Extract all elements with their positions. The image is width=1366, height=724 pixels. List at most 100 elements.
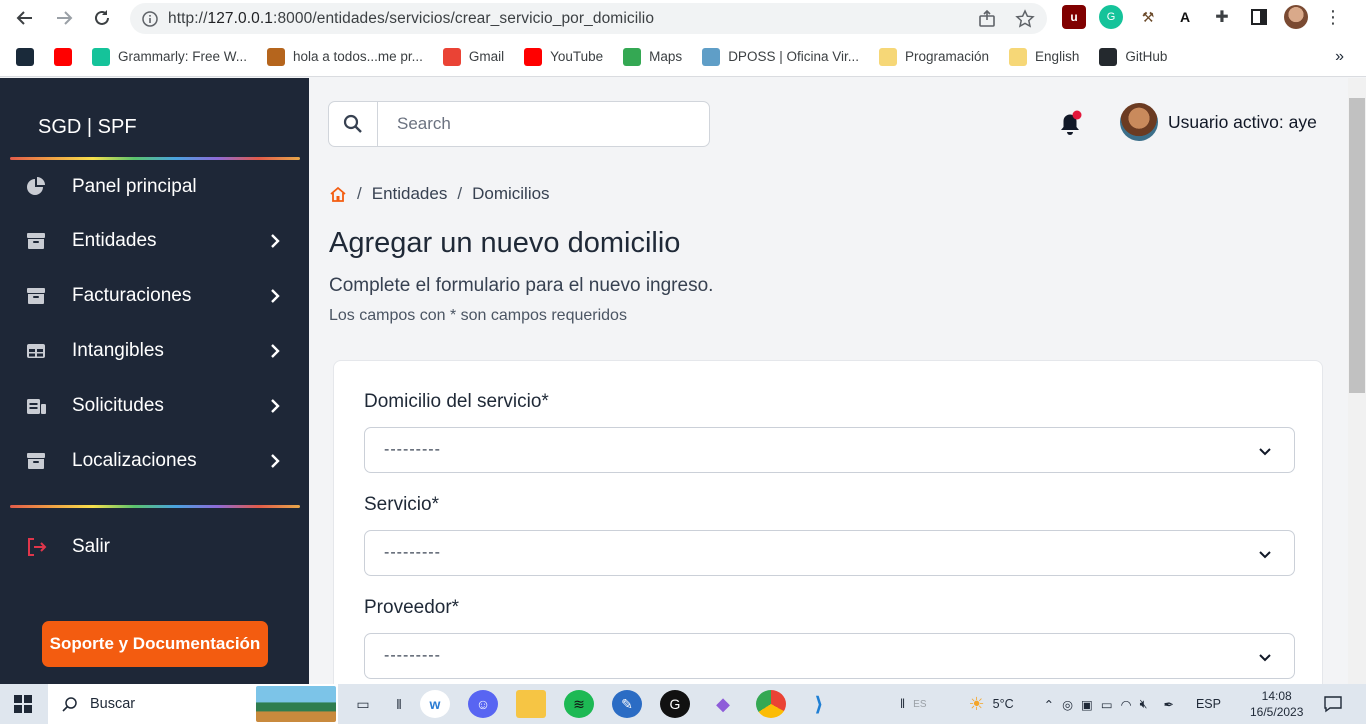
gmail-icon (442, 47, 461, 66)
ublock-icon[interactable]: u (1062, 5, 1086, 29)
sidebar-item-intangibles[interactable]: Intangibles (24, 331, 284, 371)
field-label-domicilio: Domicilio del servicio* (364, 391, 549, 412)
weather-icon[interactable]: ☀ (969, 694, 985, 715)
volume-muted-icon[interactable]: 🔇︎ (1140, 697, 1148, 712)
clock-date: 16/5/2023 (1250, 705, 1304, 719)
scrollbar-thumb[interactable] (1349, 98, 1365, 393)
character-icon (267, 47, 286, 66)
wifi-icon[interactable]: ◠ (1121, 697, 1132, 712)
bookmark-item[interactable] (16, 47, 42, 66)
search-icon (62, 697, 77, 712)
select-servicio[interactable]: --------- (364, 530, 1295, 576)
maps-pin-icon (623, 47, 642, 66)
bookmark-item[interactable]: Grammarly: Free W... (92, 47, 248, 66)
puzzle-icon[interactable]: ✚ (1210, 5, 1234, 29)
chevron-right-icon (271, 344, 280, 358)
bookmark-l-icon (16, 47, 34, 66)
archive-box-icon (24, 284, 48, 308)
bookmark-item[interactable]: YouTube (524, 47, 603, 66)
home-link[interactable] (329, 185, 347, 203)
select-value: --------- (384, 441, 441, 458)
id-card-icon (24, 394, 48, 418)
landscape-image-icon (256, 686, 336, 722)
sidebar-item-label: Solicitudes (72, 395, 164, 416)
back-button[interactable] (11, 4, 39, 32)
draw-app-icon[interactable]: ✎ (612, 690, 642, 718)
bookmark-item[interactable]: Programación (879, 47, 990, 66)
kebab-menu-icon[interactable]: ⋮ (1321, 5, 1345, 29)
ime-indicator[interactable]: ES (913, 699, 926, 710)
meet-icon[interactable]: ◎ (1062, 697, 1073, 712)
pen-icon[interactable]: ✒ (1163, 697, 1173, 712)
sidebar-item-salir[interactable]: Salir (24, 527, 284, 567)
forward-button[interactable] (50, 4, 78, 32)
chevron-up-icon[interactable]: ⌃ (1044, 697, 1054, 712)
folder-icon (879, 47, 897, 66)
bookmark-item[interactable]: Gmail (442, 47, 504, 66)
clock[interactable]: 14:08 16/5/2023 (1250, 688, 1303, 720)
app-tray-icon[interactable]: ▣ (1081, 697, 1093, 712)
sidebar-item-label: Entidades (72, 230, 157, 251)
sidebar-item-facturaciones[interactable]: Facturaciones (24, 276, 284, 316)
side-panel-icon[interactable] (1247, 5, 1271, 29)
spotify-icon[interactable]: ≋ (564, 690, 594, 718)
chevron-right-icon (271, 454, 280, 468)
bookmark-item[interactable]: GitHub (1099, 47, 1168, 66)
breadcrumb-entidades[interactable]: Entidades (372, 184, 448, 204)
search-input[interactable] (378, 102, 709, 146)
reload-button[interactable] (88, 4, 116, 32)
search-button[interactable] (329, 102, 378, 146)
task-view-icon[interactable]: ▭ (348, 690, 378, 718)
logout-icon (24, 535, 48, 559)
bookmark-item[interactable]: DPOSS | Oficina Vir... (702, 47, 859, 66)
discord-icon[interactable]: ☺ (468, 690, 498, 718)
grammarly-off-icon[interactable]: G (1099, 5, 1123, 29)
weather-temp[interactable]: 5°C (993, 697, 1014, 711)
chrome-icon[interactable] (756, 690, 786, 718)
github-desktop-icon[interactable]: G (660, 690, 690, 718)
file-explorer-icon[interactable] (516, 690, 546, 718)
field-label-servicio: Servicio* (364, 494, 439, 515)
hammer-extension-icon[interactable]: ⚒ (1136, 5, 1160, 29)
archive-box-icon (24, 449, 48, 473)
taskbar-search[interactable]: Buscar (48, 684, 338, 724)
sidebar-item-localizaciones[interactable]: Localizaciones (24, 441, 284, 481)
bookmark-label: GitHub (1125, 49, 1168, 64)
bookmark-label: Programación (905, 49, 990, 64)
address-bar[interactable]: http://127.0.0.1:8000/entidades/servicio… (130, 3, 1047, 34)
notification-center-icon[interactable] (1324, 695, 1342, 713)
more-bookmarks-button[interactable]: » (1335, 48, 1344, 66)
star-icon[interactable] (1015, 9, 1035, 29)
bookmark-label: Grammarly: Free W... (118, 49, 248, 64)
bookmark-item[interactable]: Maps (623, 47, 682, 66)
folder-icon (1009, 47, 1028, 66)
chevron-right-icon (271, 234, 280, 248)
windows-start-icon[interactable] (14, 695, 32, 713)
visual-studio-icon[interactable]: ◆ (708, 690, 738, 718)
vscode-icon[interactable]: ⟩ (804, 690, 834, 718)
system-tray: ‖ ES ☀ 5°C ⌃ ◎ ▣ ▭ ◠ 🔇︎ ✒ ESP (900, 684, 1221, 724)
bookmark-item[interactable] (54, 47, 80, 66)
support-docs-button[interactable]: Soporte y Documentación (42, 621, 268, 667)
sidebar-item-panel-principal[interactable]: Panel principal (24, 167, 284, 207)
bookmark-label: English (1035, 49, 1080, 64)
page-scrollbar[interactable] (1348, 78, 1366, 684)
sidebar-item-solicitudes[interactable]: Solicitudes (24, 386, 284, 426)
share-icon[interactable] (977, 9, 997, 29)
angular-icon[interactable]: A (1173, 5, 1197, 29)
battery-icon[interactable]: ▭ (1101, 697, 1113, 712)
bookmark-item[interactable]: hola a todos...me pr... (267, 47, 423, 66)
page-subtitle: Complete el formulario para el nuevo ing… (329, 275, 714, 296)
notifications-button[interactable] (1057, 110, 1085, 138)
user-menu[interactable]: Usuario activo: aye (1120, 103, 1317, 141)
bookmark-item[interactable]: English (1009, 47, 1080, 66)
select-proveedor[interactable]: --------- (364, 633, 1295, 679)
word-online-icon[interactable]: w (420, 690, 450, 718)
youtube-icon (54, 47, 72, 66)
select-domicilio[interactable]: --------- (364, 427, 1295, 473)
bookmark-label: hola a todos...me pr... (293, 49, 423, 64)
language-indicator[interactable]: ESP (1196, 697, 1221, 711)
required-fields-note: Los campos con * son campos requeridos (329, 307, 627, 324)
sidebar-item-entidades[interactable]: Entidades (24, 221, 284, 261)
profile-avatar-icon[interactable] (1284, 5, 1308, 29)
